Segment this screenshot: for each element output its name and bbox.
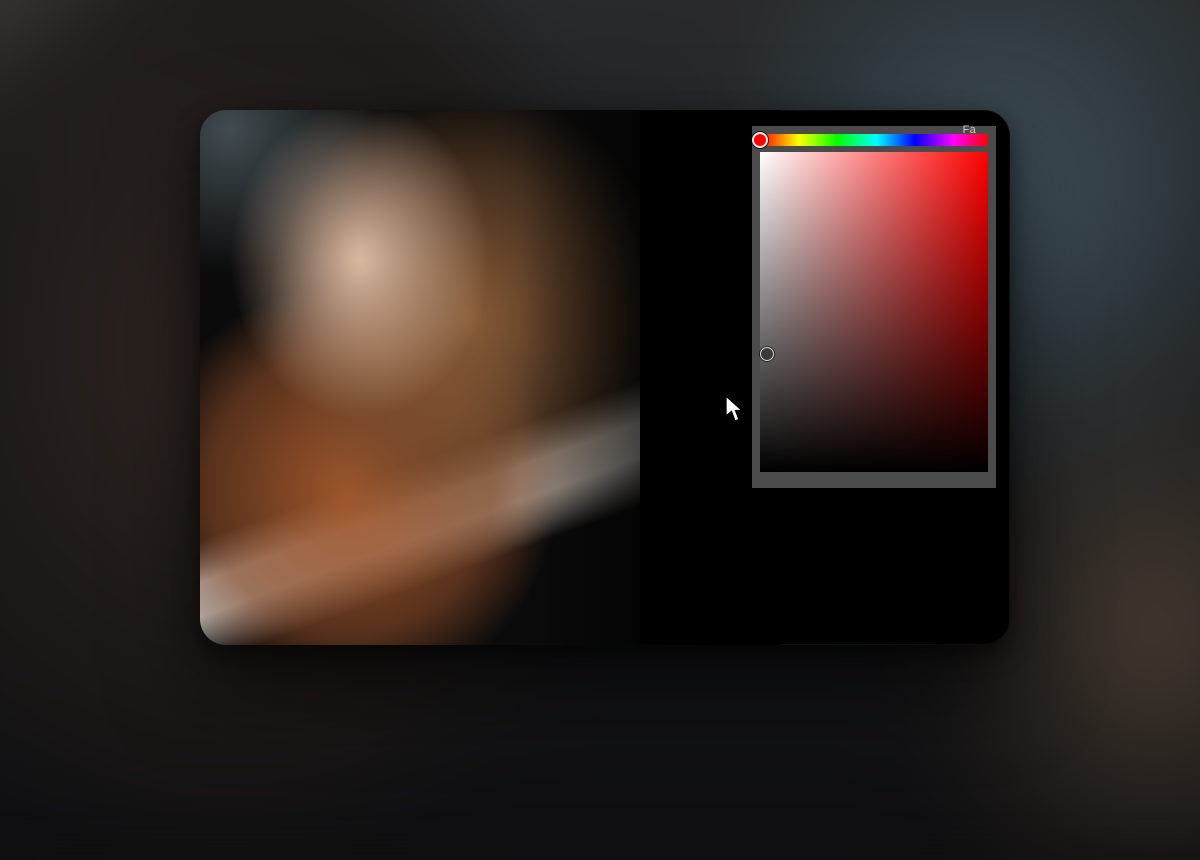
sv-value-overlay [760,152,988,472]
sv-handle[interactable] [760,347,774,361]
editor-window: Fa [200,110,1010,645]
color-picker-panel: Fa [752,126,996,488]
saturation-value-field[interactable] [760,152,988,472]
hue-slider[interactable] [760,134,988,146]
hue-slider-handle[interactable] [752,132,768,148]
canvas-photo[interactable] [200,110,640,645]
